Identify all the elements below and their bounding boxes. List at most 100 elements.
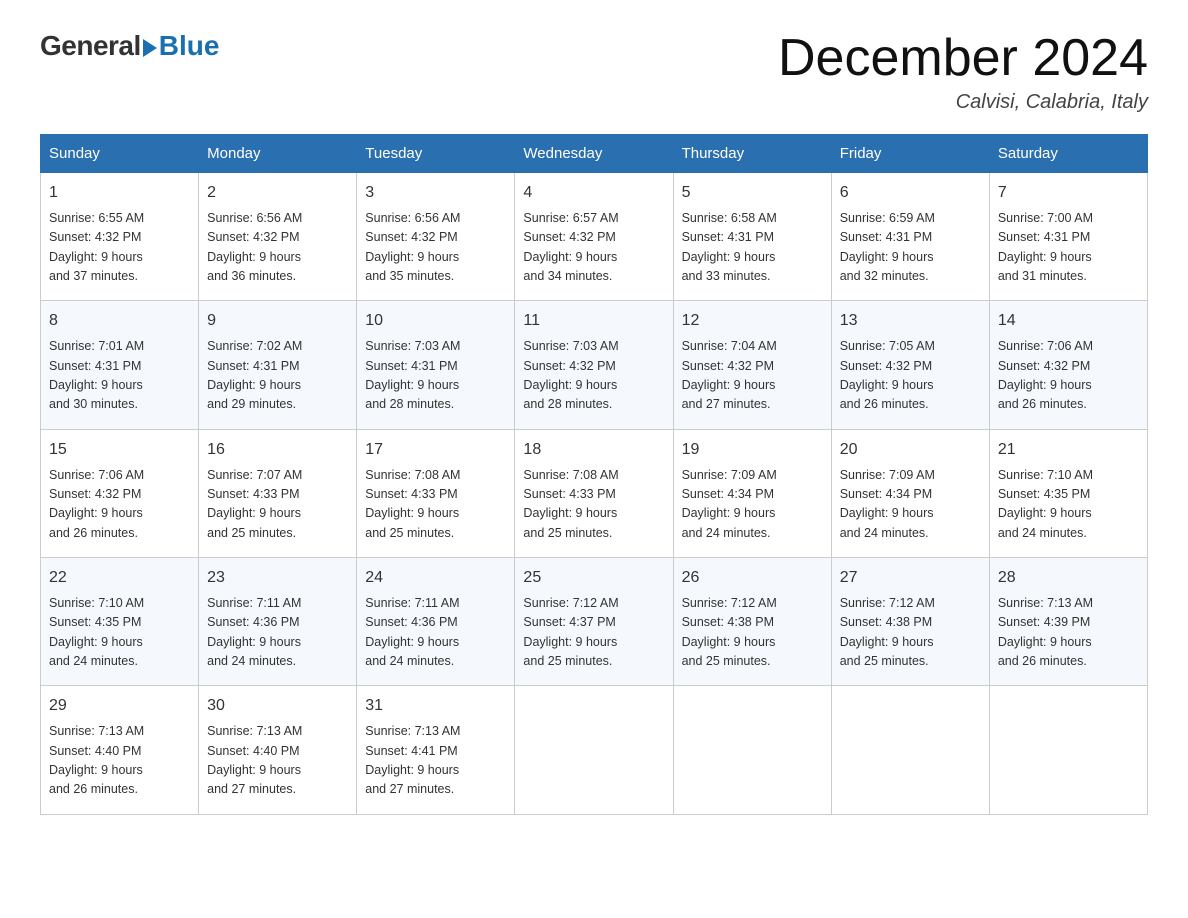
day-info-line: and 35 minutes. — [365, 267, 506, 286]
calendar-week-2: 8Sunrise: 7:01 AMSunset: 4:31 PMDaylight… — [41, 301, 1148, 429]
day-info-line: Sunset: 4:33 PM — [207, 485, 348, 504]
day-info-line: Sunrise: 6:57 AM — [523, 209, 664, 228]
day-number: 3 — [365, 181, 506, 206]
day-info-line: and 31 minutes. — [998, 267, 1139, 286]
day-info-line: Sunrise: 7:10 AM — [49, 594, 190, 613]
day-info-line: Sunrise: 7:03 AM — [365, 337, 506, 356]
day-number: 30 — [207, 694, 348, 719]
day-info-line: and 28 minutes. — [523, 395, 664, 414]
day-info-line: Sunset: 4:39 PM — [998, 613, 1139, 632]
day-info-line: Sunrise: 7:08 AM — [365, 466, 506, 485]
day-info-line: Sunrise: 7:05 AM — [840, 337, 981, 356]
day-number: 1 — [49, 181, 190, 206]
day-info-line: Sunset: 4:32 PM — [49, 485, 190, 504]
day-info-line: Sunset: 4:31 PM — [998, 228, 1139, 247]
calendar-empty-cell — [989, 686, 1147, 814]
weekday-header-thursday: Thursday — [673, 135, 831, 173]
day-info-line: Sunrise: 7:13 AM — [207, 722, 348, 741]
calendar-day-23: 23Sunrise: 7:11 AMSunset: 4:36 PMDayligh… — [199, 558, 357, 686]
day-info-line: Sunset: 4:32 PM — [207, 228, 348, 247]
day-info-line: Sunrise: 6:55 AM — [49, 209, 190, 228]
day-info-line: Sunset: 4:32 PM — [682, 357, 823, 376]
day-info-line: Daylight: 9 hours — [365, 761, 506, 780]
day-info-line: Sunset: 4:31 PM — [682, 228, 823, 247]
day-info-line: Sunrise: 7:12 AM — [840, 594, 981, 613]
calendar-day-20: 20Sunrise: 7:09 AMSunset: 4:34 PMDayligh… — [831, 429, 989, 557]
day-info-line: Sunset: 4:32 PM — [840, 357, 981, 376]
calendar-day-12: 12Sunrise: 7:04 AMSunset: 4:32 PMDayligh… — [673, 301, 831, 429]
day-info-line: Sunrise: 7:13 AM — [998, 594, 1139, 613]
day-info-line: Sunset: 4:32 PM — [523, 228, 664, 247]
day-info-line: Sunset: 4:35 PM — [49, 613, 190, 632]
calendar-day-17: 17Sunrise: 7:08 AMSunset: 4:33 PMDayligh… — [357, 429, 515, 557]
day-info-line: Daylight: 9 hours — [49, 376, 190, 395]
day-info-line: Daylight: 9 hours — [207, 248, 348, 267]
day-info-line: Sunset: 4:35 PM — [998, 485, 1139, 504]
day-info-line: Daylight: 9 hours — [523, 633, 664, 652]
calendar-day-18: 18Sunrise: 7:08 AMSunset: 4:33 PMDayligh… — [515, 429, 673, 557]
day-info-line: and 28 minutes. — [365, 395, 506, 414]
day-info-line: and 25 minutes. — [682, 652, 823, 671]
day-info-line: Sunrise: 7:12 AM — [682, 594, 823, 613]
day-number: 21 — [998, 438, 1139, 463]
day-info-line: Daylight: 9 hours — [523, 376, 664, 395]
page-header: General Blue December 2024 Calvisi, Cala… — [40, 30, 1148, 114]
day-info-line: Sunrise: 6:58 AM — [682, 209, 823, 228]
day-info-line: and 24 minutes. — [682, 524, 823, 543]
day-info-line: Daylight: 9 hours — [365, 376, 506, 395]
day-info-line: Daylight: 9 hours — [840, 248, 981, 267]
day-info-line: Daylight: 9 hours — [365, 248, 506, 267]
day-info-line: Sunrise: 6:56 AM — [365, 209, 506, 228]
day-info-line: Sunset: 4:31 PM — [840, 228, 981, 247]
weekday-header-saturday: Saturday — [989, 135, 1147, 173]
day-info-line: Daylight: 9 hours — [998, 633, 1139, 652]
day-info-line: Sunrise: 7:08 AM — [523, 466, 664, 485]
day-info-line: Sunset: 4:38 PM — [682, 613, 823, 632]
day-number: 8 — [49, 309, 190, 334]
calendar-day-14: 14Sunrise: 7:06 AMSunset: 4:32 PMDayligh… — [989, 301, 1147, 429]
day-info-line: Sunset: 4:32 PM — [365, 228, 506, 247]
day-info-line: Daylight: 9 hours — [998, 376, 1139, 395]
calendar-day-10: 10Sunrise: 7:03 AMSunset: 4:31 PMDayligh… — [357, 301, 515, 429]
calendar-body: 1Sunrise: 6:55 AMSunset: 4:32 PMDaylight… — [41, 173, 1148, 814]
calendar-header-row: SundayMondayTuesdayWednesdayThursdayFrid… — [41, 135, 1148, 173]
calendar-day-29: 29Sunrise: 7:13 AMSunset: 4:40 PMDayligh… — [41, 686, 199, 814]
day-info-line: and 25 minutes. — [523, 524, 664, 543]
calendar-empty-cell — [673, 686, 831, 814]
calendar-day-19: 19Sunrise: 7:09 AMSunset: 4:34 PMDayligh… — [673, 429, 831, 557]
calendar-day-21: 21Sunrise: 7:10 AMSunset: 4:35 PMDayligh… — [989, 429, 1147, 557]
day-info-line: and 25 minutes. — [207, 524, 348, 543]
day-number: 22 — [49, 566, 190, 591]
day-info-line: and 26 minutes. — [998, 652, 1139, 671]
calendar-day-11: 11Sunrise: 7:03 AMSunset: 4:32 PMDayligh… — [515, 301, 673, 429]
day-info-line: Daylight: 9 hours — [840, 504, 981, 523]
day-info-line: Sunrise: 7:11 AM — [207, 594, 348, 613]
day-info-line: and 25 minutes. — [365, 524, 506, 543]
title-block: December 2024 Calvisi, Calabria, Italy — [778, 30, 1148, 114]
day-number: 23 — [207, 566, 348, 591]
calendar-day-3: 3 Sunrise: 6:56 AMSunset: 4:32 PMDaylight… — [357, 173, 515, 301]
day-number: 11 — [523, 309, 664, 334]
day-info-line: Sunrise: 7:03 AM — [523, 337, 664, 356]
day-number: 28 — [998, 566, 1139, 591]
day-info-line: Sunset: 4:33 PM — [365, 485, 506, 504]
logo-general-text: General — [40, 30, 141, 62]
day-info-line: Sunrise: 7:11 AM — [365, 594, 506, 613]
day-info-line: Sunrise: 7:00 AM — [998, 209, 1139, 228]
day-info-line: and 32 minutes. — [840, 267, 981, 286]
day-info-line: and 34 minutes. — [523, 267, 664, 286]
calendar-day-8: 8Sunrise: 7:01 AMSunset: 4:31 PMDaylight… — [41, 301, 199, 429]
calendar-day-4: 4Sunrise: 6:57 AMSunset: 4:32 PMDaylight… — [515, 173, 673, 301]
calendar-empty-cell — [831, 686, 989, 814]
logo-blue-text: Blue — [159, 30, 220, 62]
day-info-line: and 24 minutes. — [365, 652, 506, 671]
calendar-day-27: 27Sunrise: 7:12 AMSunset: 4:38 PMDayligh… — [831, 558, 989, 686]
day-info-line: and 26 minutes. — [49, 524, 190, 543]
day-info-line: and 25 minutes. — [523, 652, 664, 671]
day-number: 13 — [840, 309, 981, 334]
day-number: 5 — [682, 181, 823, 206]
day-info-line: and 27 minutes. — [207, 780, 348, 799]
calendar-week-1: 1Sunrise: 6:55 AMSunset: 4:32 PMDaylight… — [41, 173, 1148, 301]
day-info-line: Sunrise: 7:06 AM — [998, 337, 1139, 356]
calendar-day-15: 15Sunrise: 7:06 AMSunset: 4:32 PMDayligh… — [41, 429, 199, 557]
